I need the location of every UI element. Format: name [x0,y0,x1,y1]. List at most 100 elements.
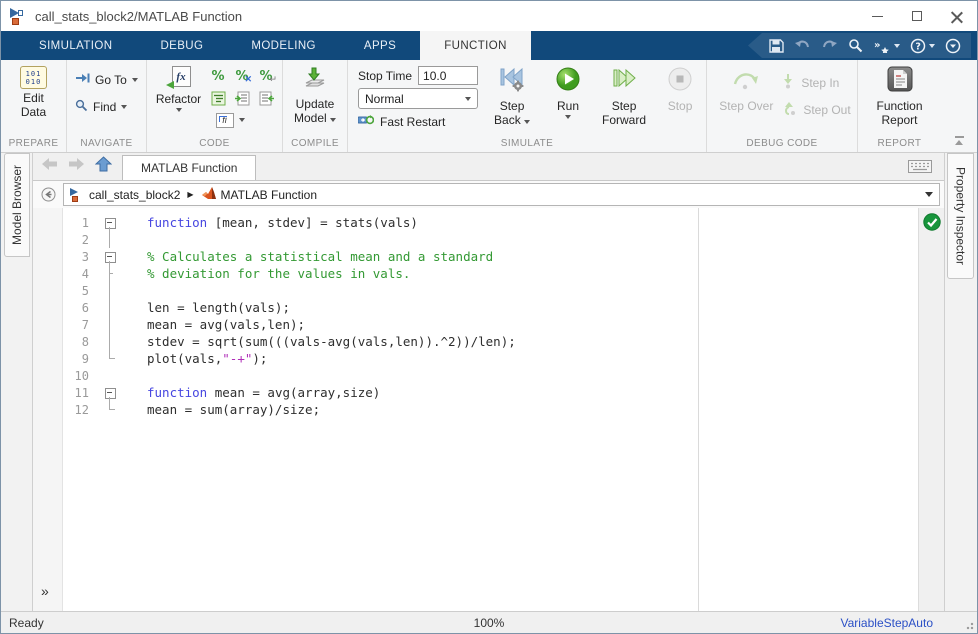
code-fold-icon[interactable] [97,384,123,401]
code-line[interactable]: 12mean = sum(array)/size; [63,401,918,418]
line-number[interactable]: 3 [63,250,97,264]
line-number[interactable]: 2 [63,233,97,247]
step-over-button[interactable]: Step Over [713,65,779,116]
run-button[interactable]: Run [540,63,596,122]
breadcrumb: call_stats_block2 ▶ MATLAB Function [63,183,940,206]
redo-icon[interactable] [821,39,838,53]
line-number[interactable]: 11 [63,386,97,400]
save-icon[interactable] [768,38,784,54]
line-number[interactable]: 8 [63,335,97,349]
section-navigate: Go To Find NAVIGATE [67,60,147,152]
code-line[interactable]: 4 % deviation for the values in vals. [63,265,918,282]
chevron-down-icon[interactable] [239,118,245,122]
chevron-down-icon [465,97,471,101]
comment-button[interactable]: % [208,67,228,85]
search-icon[interactable] [848,38,863,53]
refactor-button[interactable]: fx Refactor [151,63,206,115]
line-number[interactable]: 9 [63,352,97,366]
solver-link[interactable]: VariableStepAuto [840,616,933,630]
minimize-icon [872,16,883,17]
line-number[interactable]: 7 [63,318,97,332]
document-tab-matlab-function[interactable]: MATLAB Function [122,155,256,180]
code-line[interactable]: 7 mean = avg(vals,len); [63,316,918,333]
breadcrumb-item-model[interactable]: call_stats_block2 [70,187,180,202]
simulation-mode-dropdown[interactable]: Normal [358,88,478,109]
tab-modeling[interactable]: MODELING [227,31,340,60]
tab-debug[interactable]: DEBUG [136,31,227,60]
undo-icon[interactable] [794,39,811,53]
stop-icon [667,66,693,97]
indent-right-button[interactable] [232,89,252,107]
code-line[interactable]: 9 plot(vals,"-+"); [63,350,918,367]
breadcrumb-item-block[interactable]: MATLAB Function [201,186,317,203]
line-number[interactable]: 6 [63,301,97,315]
wrap-comments-button[interactable]: % [256,67,276,85]
circle-back-icon [41,187,56,202]
code-analyzer-check-icon[interactable] [923,213,941,611]
indent-left-button[interactable] [256,89,276,107]
left-panel-strip: Model Browser [1,153,33,611]
line-number[interactable]: 1 [63,216,97,230]
step-over-icon [730,68,762,97]
breadcrumb-separator-icon: ▶ [187,190,193,199]
line-number[interactable]: 10 [63,369,97,383]
stop-time-input[interactable] [418,66,478,85]
resize-grip[interactable] [964,620,974,630]
function-report-button[interactable]: Function Report [865,63,935,131]
code-line[interactable]: 1function [mean, stdev] = stats(vals) [63,214,918,231]
collapse-ribbon-button[interactable] [953,136,967,146]
minimize-button[interactable] [857,1,897,31]
goto-button[interactable]: Go To [71,69,142,90]
minimize-ribbon-icon[interactable] [945,38,961,54]
up-icon[interactable] [95,156,112,177]
code-text: plot(vals,"-+"); [123,351,267,366]
line-number[interactable]: 5 [63,284,97,298]
tab-simulation[interactable]: SIMULATION [15,31,136,60]
line-number[interactable]: 4 [63,267,97,281]
code-text: % deviation for the values in vals. [123,266,410,281]
code-line[interactable]: 2 [63,231,918,248]
expand-panel-button[interactable]: » [41,583,49,599]
tab-function[interactable]: FUNCTION [420,31,531,60]
update-model-button[interactable]: Update Model [287,63,343,129]
code-fold-icon[interactable] [97,214,123,231]
step-back-button[interactable]: Step Back [484,63,540,131]
line-number[interactable]: 12 [63,403,97,417]
shortcuts-menu-button[interactable]: » [873,38,900,53]
refactor-icon: fx [166,66,192,90]
breadcrumb-back-button[interactable] [33,187,63,202]
fast-restart-toggle[interactable]: Fast Restart [358,112,478,129]
code-line[interactable]: 6len = length(vals); [63,299,918,316]
model-browser-tab[interactable]: Model Browser [4,153,30,257]
uncomment-button[interactable]: % [232,67,252,85]
chevron-down-icon [330,118,336,122]
code-line[interactable]: 10 [63,367,918,384]
code-line[interactable]: 3% Calculates a statistical mean and a s… [63,248,918,265]
forward-icon[interactable] [68,157,85,176]
code-fold-icon[interactable] [97,248,123,265]
section-label-compile: COMPILE [283,138,347,152]
maximize-button[interactable] [897,1,937,31]
code-line[interactable]: 11function mean = avg(array,size) [63,384,918,401]
section-label-code: CODE [147,138,282,152]
step-out-button[interactable]: Step Out [781,100,850,119]
close-button[interactable] [937,1,977,31]
stop-button[interactable]: Stop [652,63,708,116]
code-line[interactable]: 5 [63,282,918,299]
code-line[interactable]: 8stdev = sqrt(sum(((vals-avg(vals,len)).… [63,333,918,350]
smart-indent-button[interactable] [208,89,228,107]
code-text: mean = avg(vals,len); [123,317,305,332]
edit-data-button[interactable]: 101 010 Edit Data [5,63,62,123]
step-forward-button[interactable]: Step Forward [596,63,652,131]
help-button[interactable]: ? [910,38,935,54]
keyboard-shortcuts-button[interactable] [908,153,944,180]
find-button[interactable]: Find [71,96,142,118]
tab-apps[interactable]: APPS [340,31,420,60]
simulink-block-icon [10,7,28,25]
breadcrumb-dropdown-icon[interactable] [925,192,933,197]
step-in-button[interactable]: Step In [781,73,850,92]
fixed-point-button[interactable]: fi [216,113,234,128]
back-icon[interactable] [41,157,58,176]
property-inspector-tab[interactable]: Property Inspector [947,153,974,279]
code-editor[interactable]: 1function [mean, stdev] = stats(vals)23%… [63,208,918,611]
